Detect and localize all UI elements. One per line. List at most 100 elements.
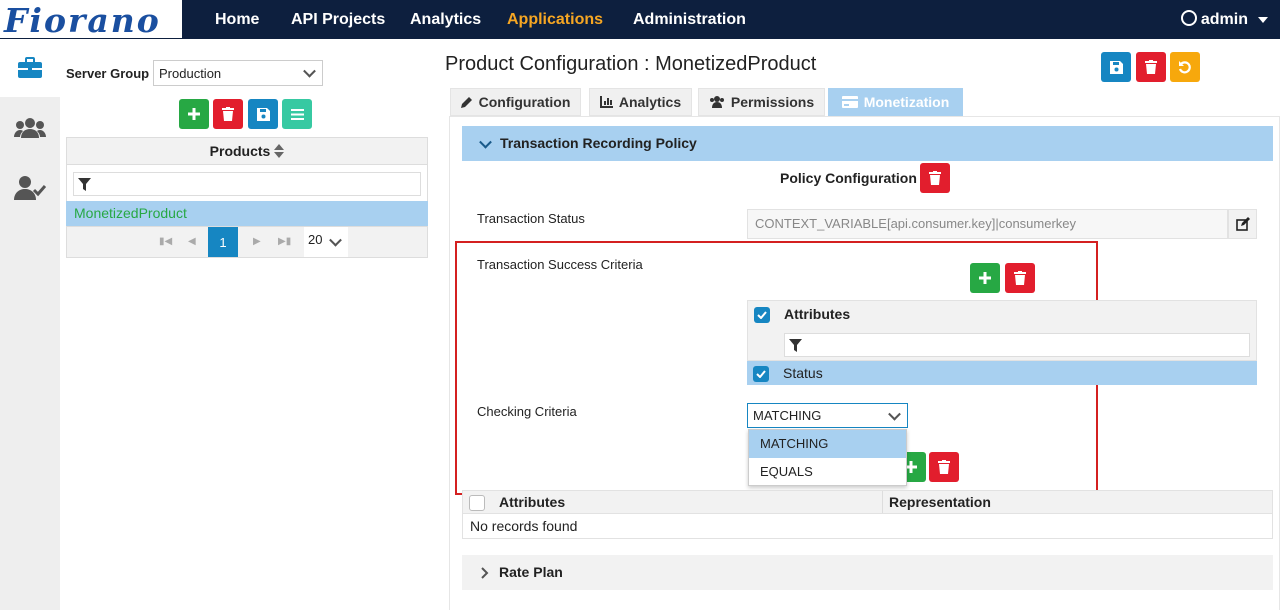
sort-icon (274, 144, 285, 158)
add-attribute-button[interactable] (970, 263, 1000, 293)
delete-representation-button[interactable] (929, 452, 959, 482)
products-header-label: Products (209, 143, 271, 159)
nav-api-projects[interactable]: API Projects (291, 0, 385, 39)
select-all-checkbox[interactable] (469, 495, 485, 511)
delete-product-button[interactable] (213, 99, 243, 129)
trash-icon (929, 171, 941, 185)
attributes-column-header: Attributes (784, 306, 851, 322)
first-page-icon[interactable]: ▮◀ (159, 236, 172, 247)
logo-text: Fiorano (4, 1, 161, 40)
undo-icon (1178, 61, 1191, 74)
delete-policy-button[interactable] (920, 163, 950, 193)
trash-icon (1145, 60, 1157, 74)
products-filter-input[interactable] (73, 172, 421, 196)
users-icon (709, 96, 724, 108)
next-page-icon[interactable]: ▶ (253, 236, 261, 247)
trash-icon (222, 107, 234, 121)
section-header-transaction-recording[interactable]: Transaction Recording Policy (462, 126, 1273, 161)
attribute-row[interactable]: Status (747, 361, 1257, 385)
left-rail (0, 39, 60, 610)
server-group-value: Production (159, 65, 222, 81)
username: admin (1200, 11, 1248, 28)
save-product-button[interactable] (248, 99, 278, 129)
rail-users[interactable] (0, 99, 60, 157)
dropdown-option-matching[interactable]: MATCHING (749, 430, 906, 458)
chevron-down-icon (329, 233, 342, 247)
products-pagination: ▮◀ ◀ 1 ▶ ▶▮ 20 (66, 226, 428, 258)
user-menu[interactable]: admin (1180, 0, 1268, 39)
attributes-filter-input[interactable] (784, 333, 1250, 357)
top-navbar: Fiorano Home API Projects Analytics Appl… (0, 0, 1280, 40)
row-checkbox[interactable] (753, 366, 769, 382)
save-icon (256, 107, 270, 121)
product-row[interactable]: MonetizedProduct (66, 201, 428, 226)
add-product-button[interactable] (179, 99, 209, 129)
chevron-down-icon (888, 407, 901, 421)
edit-status-button[interactable] (1228, 209, 1257, 239)
chevron-right-icon (481, 567, 489, 579)
products-header[interactable]: Products (66, 137, 428, 165)
attribute-row-label: Status (783, 365, 823, 381)
transaction-status-field[interactable]: CONTEXT_VARIABLE[api.consumer.key]|consu… (747, 209, 1228, 239)
section-header-rate-plan[interactable]: Rate Plan (462, 555, 1273, 590)
policy-configuration-label: Policy Configuration (780, 170, 917, 186)
user-check-icon (14, 176, 46, 200)
tab-configuration[interactable]: Configuration (450, 88, 581, 116)
tab-permissions-label: Permissions (730, 94, 815, 110)
credit-card-icon (841, 96, 858, 108)
page-size-select[interactable]: 20 (304, 227, 348, 257)
tab-configuration-label: Configuration (478, 94, 571, 110)
page-size-value: 20 (308, 232, 323, 247)
trash-icon (1014, 271, 1026, 285)
empty-message: No records found (462, 514, 1273, 539)
products-filter-row (66, 165, 428, 201)
delete-attribute-button[interactable] (1005, 263, 1035, 293)
filter-icon (78, 178, 91, 191)
trash-icon (938, 460, 950, 474)
edit-icon (1235, 217, 1250, 231)
list-icon (290, 108, 304, 120)
chevron-down-icon (479, 135, 492, 149)
page-title: Product Configuration : MonetizedProduct (445, 53, 817, 75)
nav-applications[interactable]: Applications (507, 0, 603, 39)
briefcase-icon (18, 57, 42, 78)
dropdown-option-equals[interactable]: EQUALS (749, 458, 906, 486)
attributes-column-header: Attributes (499, 494, 566, 510)
server-group-select[interactable]: Production (153, 60, 323, 86)
select-all-checkbox[interactable] (754, 307, 770, 323)
plus-icon (188, 108, 200, 120)
representation-column-header: Representation (889, 494, 991, 510)
bar-chart-icon (599, 96, 613, 108)
user-circle-icon (1180, 10, 1197, 26)
checking-criteria-value: MATCHING (753, 408, 822, 423)
transaction-status-label: Transaction Status (477, 211, 585, 226)
save-button[interactable] (1101, 52, 1131, 82)
check-icon (757, 311, 767, 319)
tab-analytics[interactable]: Analytics (589, 88, 692, 116)
users-icon (14, 118, 46, 138)
tab-monetization-label: Monetization (863, 94, 950, 110)
checking-criteria-select[interactable]: MATCHING (747, 403, 908, 428)
pencil-icon (460, 97, 472, 108)
column-divider (882, 491, 883, 513)
rate-plan-title: Rate Plan (499, 564, 563, 580)
tab-monetization[interactable]: Monetization (828, 88, 963, 116)
nav-home[interactable]: Home (215, 0, 259, 39)
tab-analytics-label: Analytics (618, 94, 682, 110)
list-view-button[interactable] (282, 99, 312, 129)
rail-applications[interactable] (0, 39, 60, 97)
brand-logo[interactable]: Fiorano (0, 0, 182, 40)
nav-analytics[interactable]: Analytics (410, 0, 481, 39)
current-page-button[interactable]: 1 (208, 227, 238, 257)
revert-button[interactable] (1170, 52, 1200, 82)
representation-table-header: Attributes Representation (462, 490, 1273, 514)
rail-user-approval[interactable] (0, 159, 60, 217)
prev-page-icon[interactable]: ◀ (188, 236, 196, 247)
last-page-icon[interactable]: ▶▮ (278, 236, 291, 247)
filter-icon (789, 339, 802, 352)
nav-administration[interactable]: Administration (633, 0, 746, 39)
checking-criteria-label: Checking Criteria (477, 404, 577, 419)
delete-button[interactable] (1136, 52, 1166, 82)
attributes-table-header: Attributes (747, 300, 1257, 361)
tab-permissions[interactable]: Permissions (698, 88, 825, 116)
